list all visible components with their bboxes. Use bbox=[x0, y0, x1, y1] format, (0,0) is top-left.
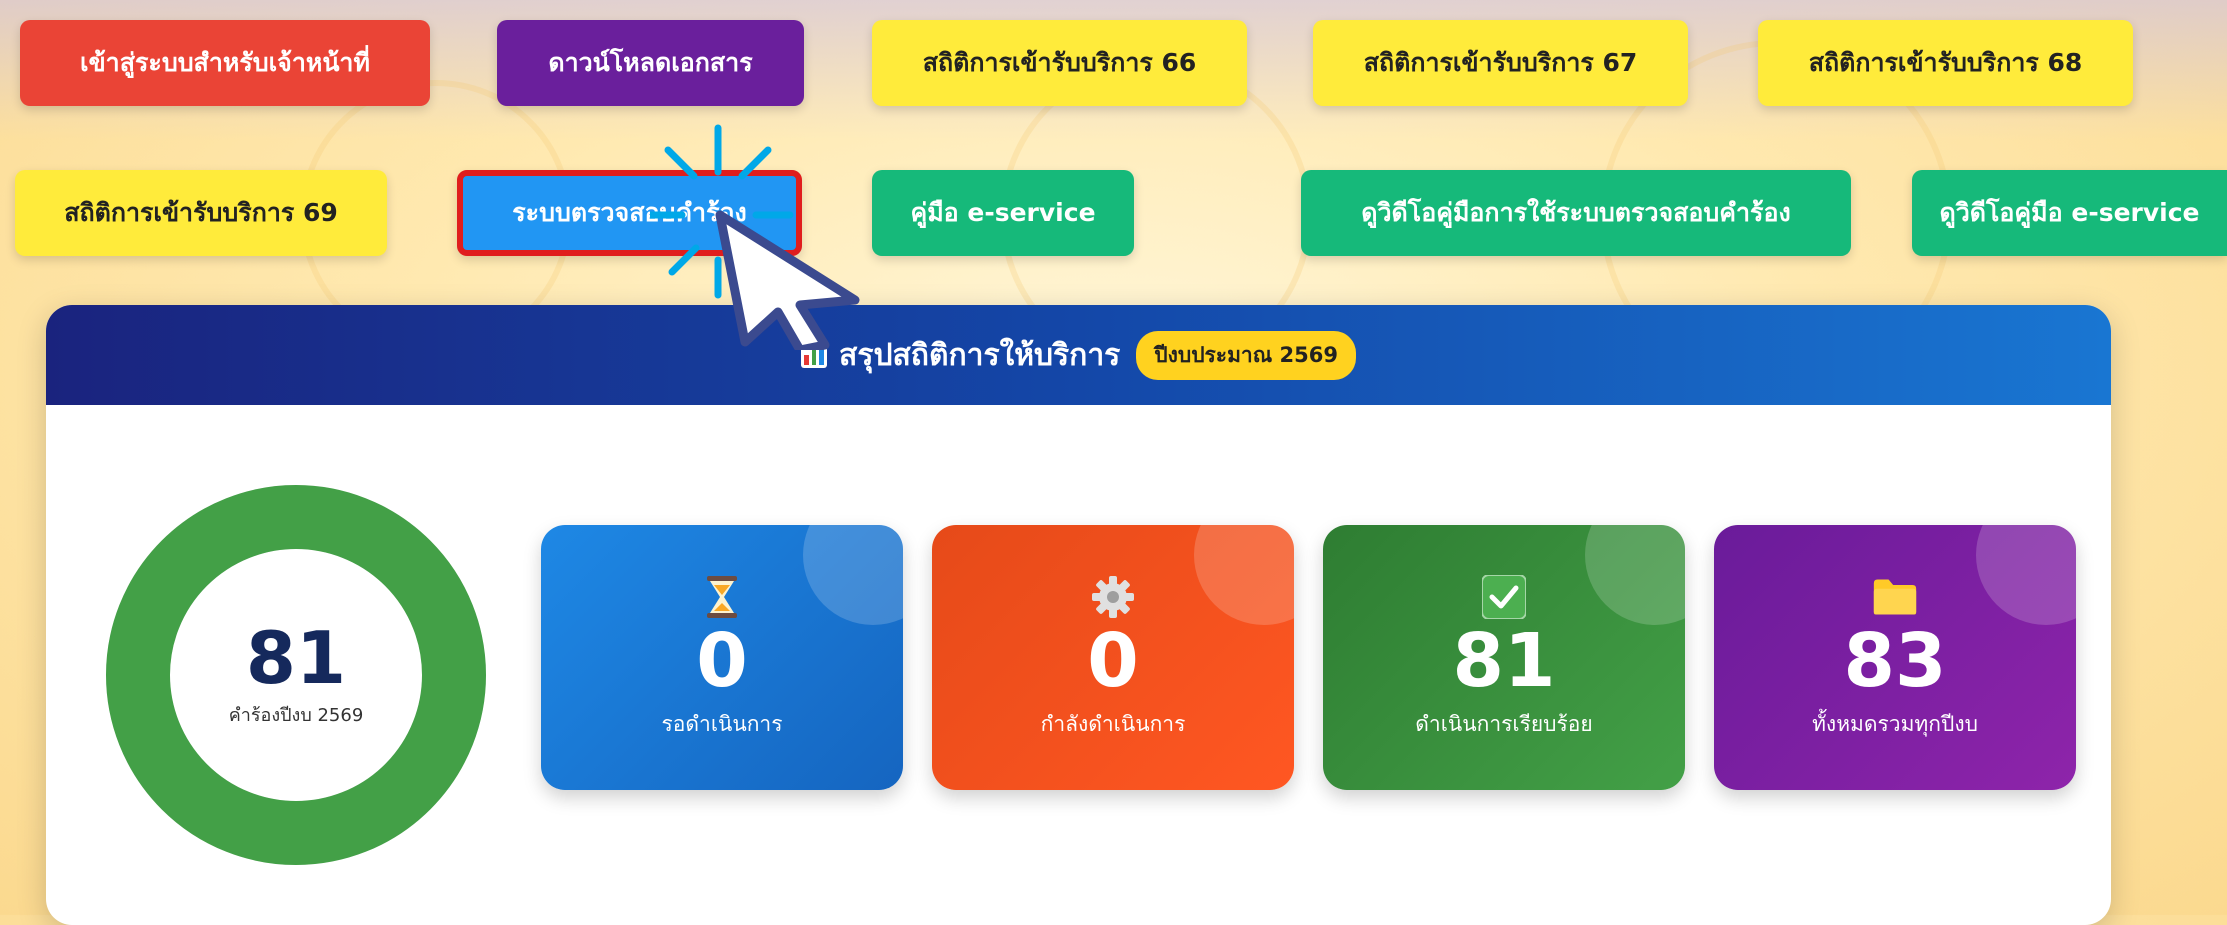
stat-card-in-progress: 0 กำลังดำเนินการ bbox=[932, 525, 1294, 790]
staff-login-button[interactable]: เข้าสู่ระบบสำหรับเจ้าหน้าที่ bbox=[20, 20, 430, 106]
stats-66-button[interactable]: สถิติการเข้ารับบริการ 66 bbox=[872, 20, 1247, 106]
stat-label: รอดำเนินการ bbox=[661, 712, 783, 736]
stat-value: 0 bbox=[1087, 618, 1139, 704]
stat-label: กำลังดำเนินการ bbox=[1040, 712, 1186, 736]
stat-label: ทั้งหมดรวมทุกปีงบ bbox=[1812, 712, 1978, 736]
gear-icon bbox=[1090, 574, 1136, 620]
stat-card-total: 83 ทั้งหมดรวมทุกปีงบ bbox=[1714, 525, 2076, 790]
stat-card-pending: 0 รอดำเนินการ bbox=[541, 525, 903, 790]
e-service-manual-button[interactable]: คู่มือ e-service bbox=[872, 170, 1134, 256]
stats-68-button[interactable]: สถิติการเข้ารับบริการ 68 bbox=[1758, 20, 2133, 106]
decorative-bubble bbox=[1194, 525, 1294, 625]
donut-value: 81 bbox=[245, 615, 347, 700]
download-documents-button[interactable]: ดาวน์โหลดเอกสาร bbox=[497, 20, 804, 106]
check-icon bbox=[1481, 574, 1527, 620]
stat-value: 81 bbox=[1452, 618, 1556, 704]
fiscal-year-badge: ปีงบประมาณ 2569 bbox=[1136, 330, 1356, 380]
stats-69-button[interactable]: สถิติการเข้ารับบริการ 69 bbox=[15, 170, 387, 256]
pointer-cursor-icon bbox=[650, 124, 860, 350]
stat-card-completed: 81 ดำเนินการเรียบร้อย bbox=[1323, 525, 1685, 790]
summary-header: สรุปสถิติการให้บริการ ปีงบประมาณ 2569 bbox=[46, 305, 2111, 405]
stat-value: 0 bbox=[696, 618, 748, 704]
donut-center: 81 คำร้องปีงบ 2569 bbox=[106, 485, 486, 865]
stat-label: ดำเนินการเรียบร้อย bbox=[1415, 712, 1593, 736]
hourglass-icon bbox=[699, 574, 745, 620]
decorative-bubble bbox=[1585, 525, 1685, 625]
summary-card: สรุปสถิติการให้บริการ ปีงบประมาณ 2569 81… bbox=[46, 305, 2111, 925]
folder-icon bbox=[1872, 574, 1918, 620]
stats-67-button[interactable]: สถิติการเข้ารับบริการ 67 bbox=[1313, 20, 1688, 106]
donut-label: คำร้องปีงบ 2569 bbox=[228, 704, 364, 726]
video-request-check-manual-button[interactable]: ดูวิดีโอคู่มือการใช้ระบบตรวจสอบคำร้อง bbox=[1301, 170, 1851, 256]
decorative-bubble bbox=[803, 525, 903, 625]
decorative-bubble bbox=[1976, 525, 2076, 625]
stat-value: 83 bbox=[1843, 618, 1947, 704]
video-e-service-manual-button[interactable]: ดูวิดีโอคู่มือ e-service bbox=[1912, 170, 2227, 256]
